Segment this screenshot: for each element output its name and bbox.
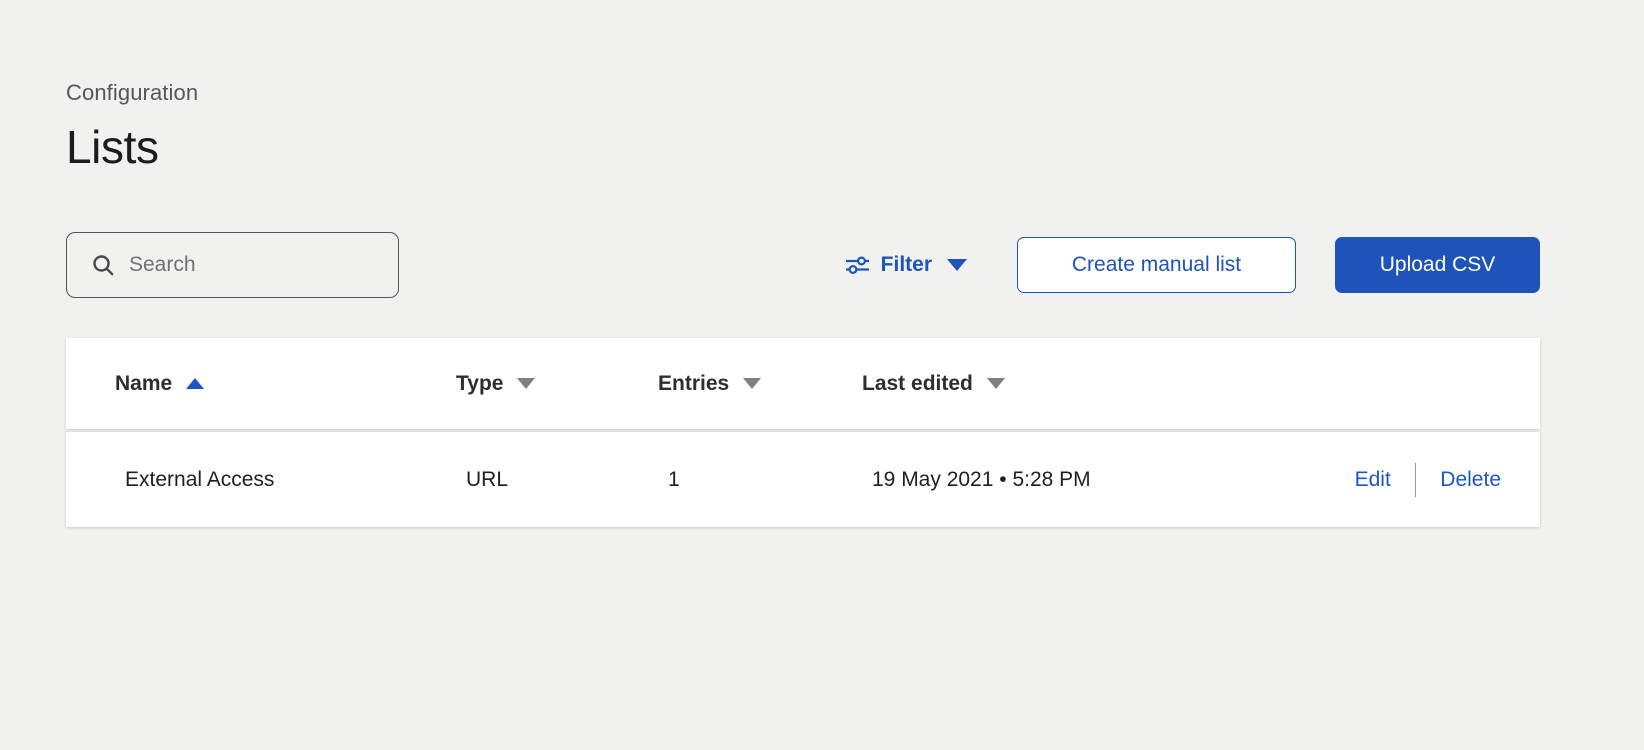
table-header: Name Type Entries Last edited bbox=[66, 338, 1540, 429]
upload-csv-button[interactable]: Upload CSV bbox=[1335, 237, 1540, 293]
sort-ascending-icon bbox=[186, 378, 204, 389]
cell-last-edited: 19 May 2021 • 5:28 PM bbox=[862, 468, 1302, 492]
column-header-name[interactable]: Name bbox=[115, 372, 456, 396]
lists-configuration-page: Configuration Lists Filter bbox=[0, 0, 1644, 750]
delete-link[interactable]: Delete bbox=[1440, 468, 1501, 492]
filter-label: Filter bbox=[881, 253, 932, 277]
actions-divider bbox=[1415, 463, 1417, 497]
sort-descending-icon bbox=[987, 378, 1005, 389]
page-title: Lists bbox=[66, 120, 1540, 174]
edit-link[interactable]: Edit bbox=[1355, 468, 1391, 492]
column-header-type[interactable]: Type bbox=[456, 372, 658, 396]
search-input[interactable] bbox=[129, 253, 369, 277]
column-header-entries[interactable]: Entries bbox=[658, 372, 862, 396]
table-row: External Access URL 1 19 May 2021 • 5:28… bbox=[66, 432, 1540, 527]
column-header-last-edited[interactable]: Last edited bbox=[862, 372, 1302, 396]
toolbar: Filter Create manual list Upload CSV bbox=[66, 232, 1540, 298]
cell-name: External Access bbox=[115, 468, 456, 492]
filter-button[interactable]: Filter bbox=[845, 253, 967, 277]
column-label-last-edited: Last edited bbox=[862, 372, 973, 396]
column-label-name: Name bbox=[115, 372, 172, 396]
page-content: Configuration Lists Filter bbox=[66, 0, 1540, 527]
search-box[interactable] bbox=[66, 232, 399, 298]
create-manual-list-button[interactable]: Create manual list bbox=[1017, 237, 1296, 293]
sliders-icon bbox=[845, 255, 870, 275]
column-label-type: Type bbox=[456, 372, 503, 396]
sort-descending-icon bbox=[517, 378, 535, 389]
column-label-entries: Entries bbox=[658, 372, 729, 396]
cell-entries: 1 bbox=[658, 468, 862, 492]
cell-type: URL bbox=[456, 468, 658, 492]
search-icon bbox=[91, 253, 115, 277]
chevron-down-icon bbox=[947, 259, 967, 271]
breadcrumb: Configuration bbox=[66, 80, 1540, 106]
row-actions: Edit Delete bbox=[1302, 463, 1501, 497]
sort-descending-icon bbox=[743, 378, 761, 389]
